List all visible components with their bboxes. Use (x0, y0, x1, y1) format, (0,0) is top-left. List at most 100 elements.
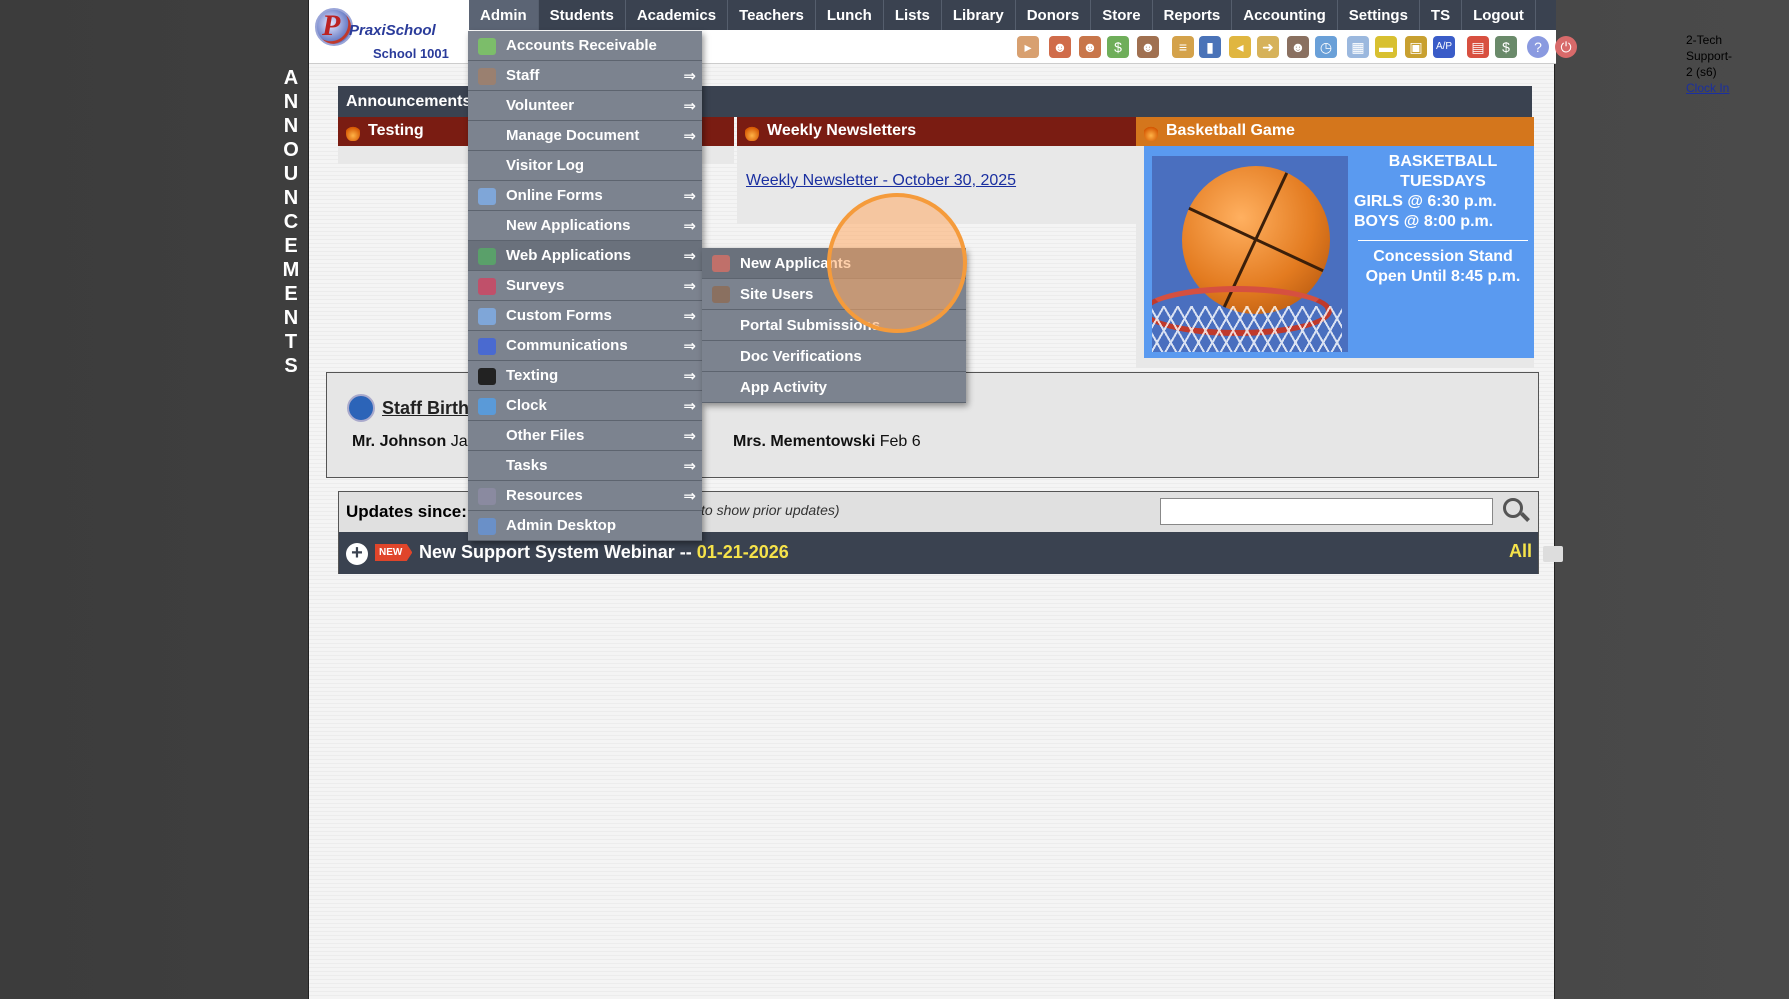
admin-menu-item-resources[interactable]: Resources ⇒ (468, 481, 702, 511)
nav-students[interactable]: Students (539, 0, 626, 30)
web-apps-submenu-item-doc-verifications[interactable]: Doc Verifications (702, 341, 966, 372)
submenu-arrow-icon: ⇒ (683, 128, 696, 145)
horn-icon[interactable]: ◂ (1229, 36, 1251, 58)
admin-menu-item-texting[interactable]: Texting ⇒ (468, 361, 702, 391)
power-icon[interactable]: ⏻ (1555, 36, 1577, 58)
admin-menu-item-accounts-receivable[interactable]: Accounts Receivable (468, 31, 702, 61)
admin-menu-item-manage-document[interactable]: Manage Document ⇒ (468, 121, 702, 151)
nav-ts[interactable]: TS (1420, 0, 1463, 30)
admin-menu-item-label: Visitor Log (506, 157, 585, 174)
admin-menu-item-admin-desktop[interactable]: Admin Desktop (468, 511, 702, 541)
expand-plus-icon[interactable]: + (346, 543, 368, 565)
submenu-arrow-icon: ⇒ (683, 278, 696, 295)
help-icon[interactable]: ? (1527, 36, 1549, 58)
web-apps-submenu-item-app-activity[interactable]: App Activity (702, 372, 966, 403)
survey-icon (478, 278, 496, 295)
user-icon (712, 286, 730, 303)
vertical-letter: N (283, 187, 299, 209)
nav-teachers[interactable]: Teachers (728, 0, 816, 30)
person-orange-icon[interactable]: ☻ (1079, 36, 1101, 58)
export-icon[interactable]: ➜ (1257, 36, 1279, 58)
admin-menu-item-staff[interactable]: Staff ⇒ (468, 61, 702, 91)
vertical-letter: S (284, 355, 298, 377)
admin-menu-item-online-forms[interactable]: Online Forms ⇒ (468, 181, 702, 211)
submenu-arrow-icon: ⇒ (683, 458, 696, 475)
printer-lock-icon[interactable]: ▣ (1405, 36, 1427, 58)
vertical-letter: U (283, 163, 299, 185)
nav-reports[interactable]: Reports (1153, 0, 1233, 30)
admin-menu-item-communications[interactable]: Communications ⇒ (468, 331, 702, 361)
admin-menu-item-label: Tasks (506, 457, 548, 474)
updates-since-label: Updates since: (346, 502, 467, 521)
admin-menu-item-other-files[interactable]: Other Files ⇒ (468, 421, 702, 451)
submenu-arrow-icon: ⇒ (683, 248, 696, 265)
person-red-icon[interactable]: ☻ (1049, 36, 1071, 58)
submenu-arrow-icon: ⇒ (683, 188, 696, 205)
admin-menu-item-label: Texting (506, 367, 559, 384)
vertical-letter: A (283, 67, 299, 89)
nav-logout[interactable]: Logout (1462, 0, 1536, 30)
admin-menu-item-new-applications[interactable]: New Applications ⇒ (468, 211, 702, 241)
nav-accounting[interactable]: Accounting (1232, 0, 1338, 30)
card-newsletters-header[interactable]: Weekly Newsletters (737, 117, 1141, 146)
admin-menu-item-label: Communications (506, 337, 628, 354)
group-icon[interactable]: ☻ (1137, 36, 1159, 58)
clock-in-link[interactable]: Clock In (1686, 80, 1732, 96)
money-icon[interactable]: $ (1107, 36, 1129, 58)
admin-menu-item-web-applications[interactable]: Web Applications ⇒ (468, 241, 702, 271)
submenu-arrow-icon: ⇒ (683, 338, 696, 355)
book-icon[interactable]: ▮ (1199, 36, 1221, 58)
card-title: Basketball Game (1166, 122, 1295, 139)
vertical-letter: O (283, 139, 299, 161)
lunch-icon[interactable]: ≡ (1172, 36, 1194, 58)
admin-menu-item-label: Custom Forms (506, 307, 612, 324)
nav-store[interactable]: Store (1091, 0, 1153, 30)
hoop-net (1152, 306, 1342, 352)
clock-icon[interactable]: ◷ (1315, 36, 1337, 58)
logo-brand: PraxiSchool (349, 22, 436, 39)
admin-menu-item-surveys[interactable]: Surveys ⇒ (468, 271, 702, 301)
submenu-arrow-icon: ⇒ (683, 308, 696, 325)
nav-admin[interactable]: Admin (469, 0, 539, 30)
show-all-link[interactable]: All (1509, 541, 1532, 562)
card-title: Weekly Newsletters (767, 122, 917, 139)
updates-search-input[interactable] (1160, 498, 1493, 525)
at-icon (478, 338, 496, 355)
search-icon[interactable] (1499, 495, 1533, 527)
admin-menu-item-label: Clock (506, 397, 547, 414)
birthday-entry: Mrs. Mementowski Feb 6 (733, 433, 921, 450)
ap-icon[interactable]: A/P (1433, 36, 1455, 58)
nav-academics[interactable]: Academics (626, 0, 729, 30)
web-apps-submenu-item-label: Doc Verifications (740, 347, 862, 365)
admin-menu-item-visitor-log[interactable]: Visitor Log (468, 151, 702, 181)
update-title[interactable]: New Support System Webinar -- 01-21-2026 (419, 542, 789, 563)
card-icon[interactable]: ▬ (1375, 36, 1397, 58)
admin-menu-item-tasks[interactable]: Tasks ⇒ (468, 451, 702, 481)
applicant-icon (712, 255, 730, 272)
staff-icon[interactable]: ☻ (1287, 36, 1309, 58)
newsletter-link[interactable]: Weekly Newsletter - October 30, 2025 (746, 172, 1016, 190)
nav-library[interactable]: Library (942, 0, 1016, 30)
book-icon (478, 488, 496, 505)
cash-icon[interactable]: $ (1495, 36, 1517, 58)
nav-lunch[interactable]: Lunch (816, 0, 884, 30)
vertical-letter: M (282, 259, 300, 281)
megaphone-icon[interactable]: ▸ (1017, 36, 1039, 58)
admin-menu-item-clock[interactable]: Clock ⇒ (468, 391, 702, 421)
web-apps-submenu-item-label: App Activity (740, 378, 827, 396)
card-basketball-header[interactable]: Basketball Game (1136, 117, 1534, 146)
admin-menu-item-label: Staff (506, 67, 540, 84)
praxischool-logo[interactable]: P PraxiSchool School 1001 (309, 0, 469, 64)
admin-menu-item-label: Other Files (506, 427, 585, 444)
print-icon[interactable] (1543, 546, 1563, 562)
submenu-arrow-icon: ⇒ (683, 398, 696, 415)
nav-donors[interactable]: Donors (1016, 0, 1092, 30)
nav-lists[interactable]: Lists (884, 0, 942, 30)
nav-settings[interactable]: Settings (1338, 0, 1420, 30)
calendar-icon[interactable]: ▦ (1347, 36, 1369, 58)
pdf-icon[interactable]: ▤ (1467, 36, 1489, 58)
web-apps-submenu-item-label: Site Users (740, 285, 814, 303)
admin-menu-item-custom-forms[interactable]: Custom Forms ⇒ (468, 301, 702, 331)
admin-menu-item-volunteer[interactable]: Volunteer ⇒ (468, 91, 702, 121)
admin-menu-item-label: Surveys (506, 277, 565, 294)
